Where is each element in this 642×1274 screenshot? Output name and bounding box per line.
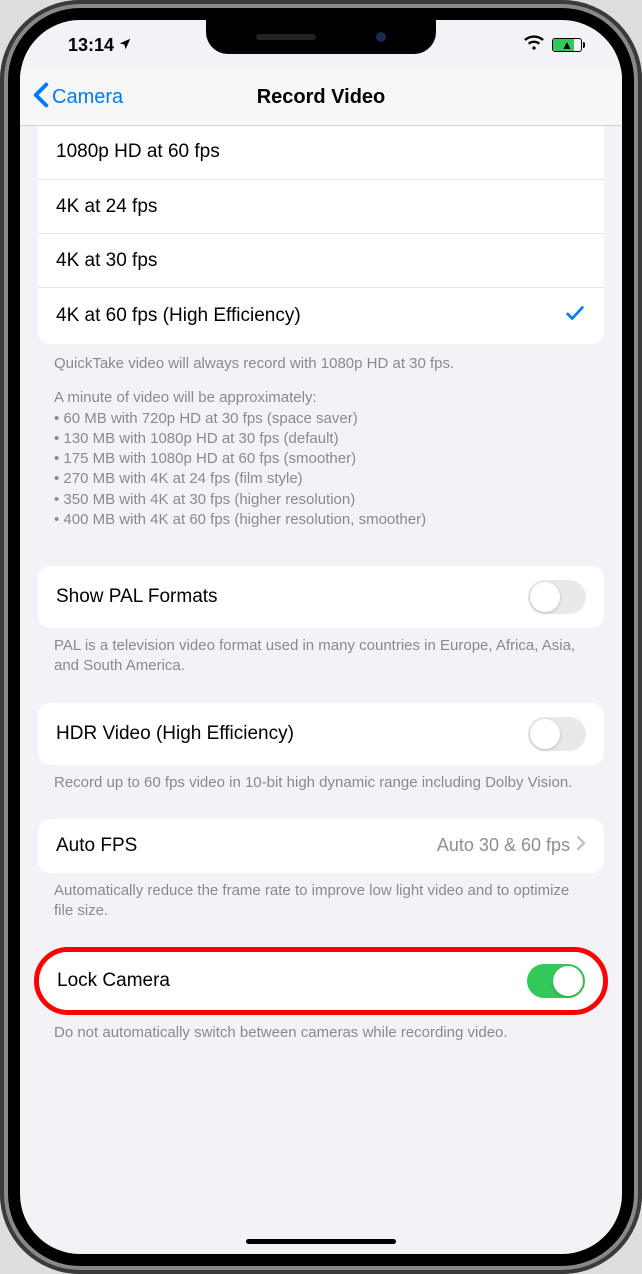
autofps-label: Auto FPS xyxy=(56,835,137,857)
battery-icon: ▲ xyxy=(552,38,582,52)
pal-label: Show PAL Formats xyxy=(56,586,218,608)
lockcamera-toggle[interactable] xyxy=(527,964,585,998)
resolution-option[interactable]: 4K at 24 fps xyxy=(38,179,604,233)
autofps-group: Auto FPS Auto 30 & 60 fps xyxy=(38,819,604,873)
lockcamera-label: Lock Camera xyxy=(57,970,170,992)
lockcamera-group: Lock Camera xyxy=(39,952,603,1010)
chevron-right-icon xyxy=(576,835,586,856)
charging-icon: ▲ xyxy=(561,38,573,52)
autofps-row[interactable]: Auto FPS Auto 30 & 60 fps xyxy=(38,819,604,873)
resolution-option[interactable]: 4K at 60 fps (High Efficiency) xyxy=(38,287,604,344)
hdr-group: HDR Video (High Efficiency) xyxy=(38,703,604,765)
hdr-toggle[interactable] xyxy=(528,717,586,751)
resolution-option[interactable]: 1080p HD at 60 fps xyxy=(38,125,604,179)
sizes-intro: A minute of video will be approximately: xyxy=(54,388,588,408)
quicktake-note: QuickTake video will always record with … xyxy=(54,354,588,374)
pal-group: Show PAL Formats xyxy=(38,566,604,628)
resolution-label: 4K at 30 fps xyxy=(56,250,157,272)
pal-toggle[interactable] xyxy=(528,580,586,614)
device-frame: 13:14 ▲ Camera xyxy=(0,0,642,1274)
resolution-group: 1080p HD at 60 fps 4K at 24 fps 4K at 30… xyxy=(38,125,604,344)
resolution-label: 4K at 24 fps xyxy=(56,196,157,218)
size-line: • 400 MB with 4K at 60 fps (higher resol… xyxy=(54,510,588,530)
checkmark-icon xyxy=(564,302,586,330)
size-line: • 175 MB with 1080p HD at 60 fps (smooth… xyxy=(54,449,588,469)
hdr-row[interactable]: HDR Video (High Efficiency) xyxy=(38,703,604,765)
chevron-left-icon xyxy=(32,82,50,114)
page-title: Record Video xyxy=(257,86,386,109)
size-line: • 350 MB with 4K at 30 fps (higher resol… xyxy=(54,490,588,510)
navigation-bar: Camera Record Video xyxy=(20,70,622,126)
screen: 13:14 ▲ Camera xyxy=(20,20,622,1254)
back-button[interactable]: Camera xyxy=(32,82,123,114)
size-line: • 130 MB with 1080p HD at 30 fps (defaul… xyxy=(54,429,588,449)
device-notch xyxy=(206,20,436,54)
size-line: • 270 MB with 4K at 24 fps (film style) xyxy=(54,469,588,489)
resolution-footer: QuickTake video will always record with … xyxy=(20,344,622,548)
lockcamera-highlight: Lock Camera xyxy=(34,947,608,1015)
status-time: 13:14 xyxy=(68,35,114,56)
hdr-footer: Record up to 60 fps video in 10-bit high… xyxy=(20,765,622,801)
lockcamera-row[interactable]: Lock Camera xyxy=(39,952,603,1010)
resolution-label: 1080p HD at 60 fps xyxy=(56,141,220,163)
wifi-icon xyxy=(524,33,544,58)
resolution-option[interactable]: 4K at 30 fps xyxy=(38,233,604,287)
lockcamera-footer: Do not automatically switch between came… xyxy=(20,1015,622,1051)
autofps-footer: Automatically reduce the frame rate to i… xyxy=(20,873,622,930)
home-indicator[interactable] xyxy=(246,1239,396,1244)
autofps-value: Auto 30 & 60 fps xyxy=(437,835,570,856)
location-icon xyxy=(118,35,132,56)
pal-footer: PAL is a television video format used in… xyxy=(20,628,622,685)
resolution-label: 4K at 60 fps (High Efficiency) xyxy=(56,305,301,327)
back-label: Camera xyxy=(52,86,123,109)
pal-row[interactable]: Show PAL Formats xyxy=(38,566,604,628)
hdr-label: HDR Video (High Efficiency) xyxy=(56,723,294,745)
content-scroll[interactable]: 1080p HD at 60 fps 4K at 24 fps 4K at 30… xyxy=(20,125,622,1092)
size-line: • 60 MB with 720p HD at 30 fps (space sa… xyxy=(54,409,588,429)
